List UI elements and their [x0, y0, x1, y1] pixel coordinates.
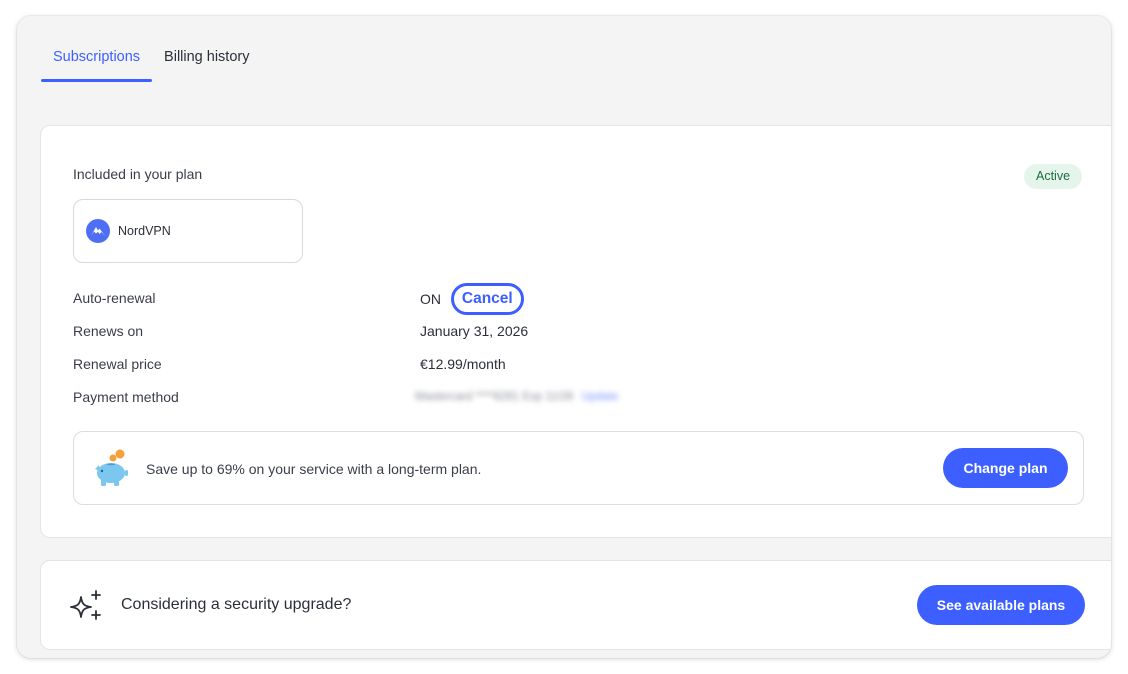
tab-subscriptions[interactable]: Subscriptions	[41, 16, 153, 82]
renewal-price-value: €12.99/month	[420, 356, 506, 372]
change-plan-button[interactable]: Change plan	[943, 448, 1068, 488]
renews-on-value: January 31, 2026	[420, 323, 529, 339]
promo-banner: Save up to 69% on your service with a lo…	[73, 431, 1084, 505]
see-available-plans-button[interactable]: See available plans	[917, 585, 1085, 625]
upgrade-card: Considering a security upgrade? See avai…	[40, 560, 1111, 650]
subscriptions-window: Subscriptions Billing history Included i…	[17, 16, 1111, 658]
product-name: NordVPN	[118, 224, 171, 238]
included-in-plan-label: Included in your plan	[73, 166, 203, 182]
payment-method-value: Mastercard ****8281 Exp 11/28 Update	[415, 391, 618, 403]
promo-text: Save up to 69% on your service with a lo…	[146, 461, 482, 477]
auto-renewal-label: Auto-renewal	[73, 290, 156, 306]
piggy-bank-icon	[95, 449, 128, 486]
tab-bar: Subscriptions Billing history	[41, 16, 261, 82]
auto-renewal-value: ON Cancel	[420, 283, 524, 315]
nordvpn-logo-icon	[86, 219, 110, 243]
plan-card: Included in your plan Active NordVPN Aut…	[40, 125, 1111, 538]
status-badge: Active	[1024, 164, 1083, 189]
sparkle-icon	[70, 590, 101, 620]
auto-renewal-status: ON	[420, 291, 441, 307]
upgrade-prompt-text: Considering a security upgrade?	[121, 596, 352, 613]
tab-billing-history[interactable]: Billing history	[152, 16, 261, 82]
payment-card-details: Mastercard ****8281 Exp 11/28	[415, 391, 574, 403]
renewal-price-label: Renewal price	[73, 356, 162, 372]
payment-method-label: Payment method	[73, 389, 179, 405]
cancel-auto-renewal-link[interactable]: Cancel	[450, 283, 524, 315]
update-payment-link[interactable]: Update	[581, 391, 618, 403]
renews-on-label: Renews on	[73, 323, 144, 339]
product-tile: NordVPN	[73, 199, 303, 263]
